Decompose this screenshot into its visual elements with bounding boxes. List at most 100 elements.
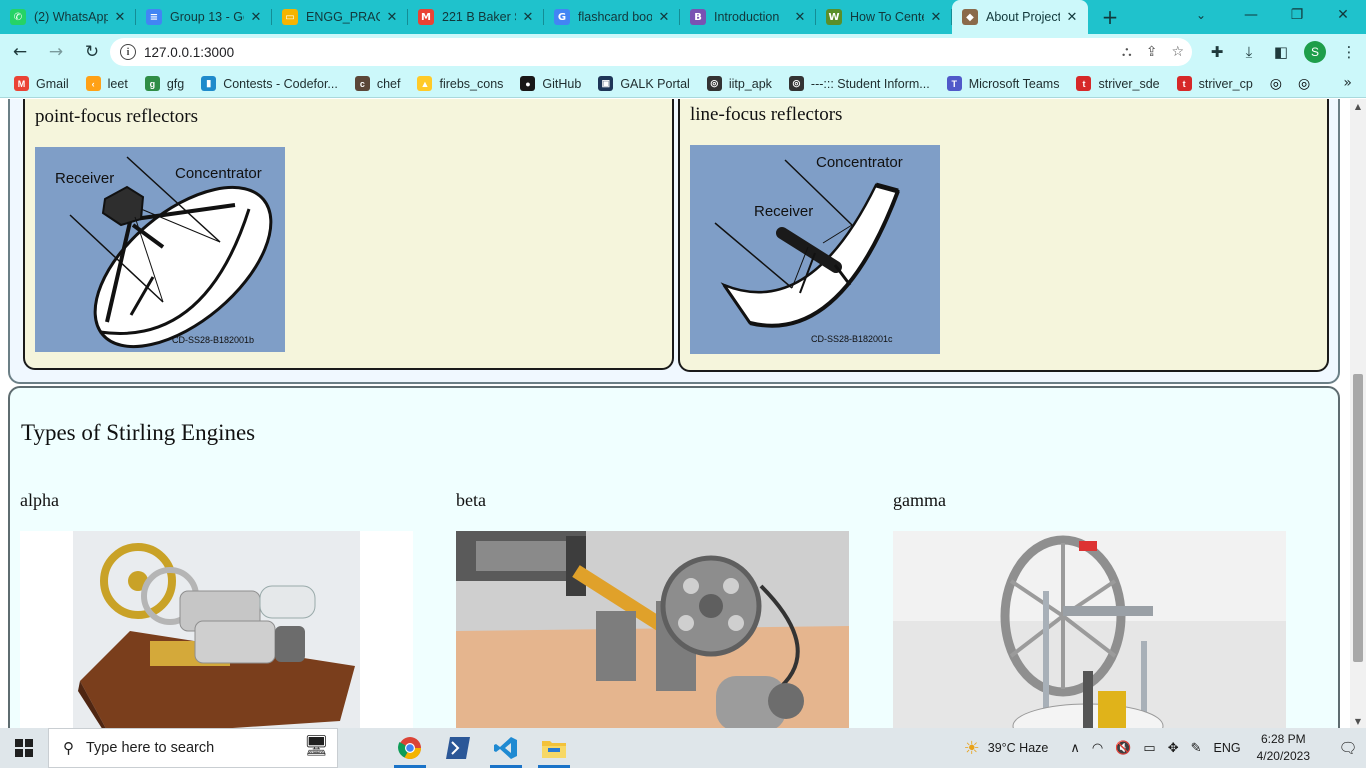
close-tab-icon[interactable]: ✕ — [112, 10, 128, 25]
notification-center-icon[interactable]: 🗨 — [1330, 728, 1366, 768]
bookmark-item[interactable]: c chef — [354, 76, 401, 91]
close-tab-icon[interactable]: ✕ — [520, 10, 536, 25]
extensions-puzzle-icon[interactable]: ✚ — [1208, 43, 1226, 61]
language-indicator[interactable]: ENG — [1214, 741, 1241, 755]
stirling-section-title: Types of Stirling Engines — [21, 420, 256, 445]
stirling-engines-section: Types of Stirling Engines alpha beta gam… — [8, 386, 1340, 728]
windows-taskbar: ⚲ Type here to search 🖥 ☀ 39°C Haze ∧ ◠ … — [0, 728, 1366, 768]
galk-portal-icon: ▣ — [598, 76, 614, 91]
bookmark-item[interactable]: ◎ iitp_apk — [706, 76, 772, 91]
bookmark-item[interactable]: M Gmail — [14, 76, 69, 91]
bookmark-item[interactable]: ▮ Contests - Codefor... — [201, 76, 338, 91]
browser-tab[interactable]: B Introduction ✕ — [680, 0, 816, 34]
bookmark-item[interactable]: ◎ ---::: Student Inform... — [788, 76, 930, 91]
bookmark-label: GitHub — [542, 76, 582, 91]
back-arrow-icon[interactable]: ← — [4, 36, 36, 68]
profile-avatar[interactable]: S — [1304, 41, 1326, 63]
tuf-icon: t — [1076, 76, 1092, 91]
scroll-up-arrow-icon[interactable]: ▲ — [1350, 99, 1366, 113]
bookmark-star-icon[interactable]: ☆ — [1171, 44, 1184, 60]
weather-widget[interactable]: ☀ 39°C Haze — [964, 738, 1049, 759]
close-tab-icon[interactable]: ✕ — [656, 10, 672, 25]
bookmark-item[interactable]: ● GitHub — [520, 76, 581, 91]
bookmark-item[interactable]: ▣ GALK Portal — [598, 76, 690, 91]
bookmark-label: striver_sde — [1098, 76, 1160, 91]
close-tab-icon[interactable]: ✕ — [384, 10, 400, 25]
bookmark-item[interactable]: T Microsoft Teams — [946, 76, 1059, 91]
new-tab-button[interactable]: + — [1088, 0, 1132, 34]
address-bar[interactable]: i 127.0.0.1:3000 ⛬ ⇪ ☆ — [110, 38, 1192, 66]
browser-tab[interactable]: ▭ ENGG_PRACTI ✕ — [272, 0, 408, 34]
minimize-icon[interactable]: — — [1228, 0, 1274, 30]
haze-sun-icon: ☀ — [963, 737, 980, 758]
show-hidden-icons-chevron-icon[interactable]: ∧ — [1070, 740, 1080, 756]
parabolic-trough-diagram: Concentrator Receiver CD-SS28-B182001c — [690, 145, 940, 354]
scrollbar-thumb[interactable] — [1353, 374, 1363, 662]
search-highlight-icon[interactable]: 🖥 — [304, 733, 329, 758]
bookmark-item[interactable]: g gfg — [144, 76, 184, 91]
bookmarks-overflow-icon[interactable]: » — [1343, 75, 1352, 91]
tab-list: ✆ (2) WhatsApp ✕ ≡ Group 13 - Go ✕ ▭ ENGG_PRACT… — [0, 0, 1088, 34]
translate-icon[interactable]: ⛬ — [1122, 44, 1132, 60]
beta-engine-image — [456, 531, 849, 728]
network-icon[interactable]: ◠ — [1092, 740, 1103, 756]
close-tab-icon[interactable]: ✕ — [792, 10, 808, 25]
battery-icon[interactable]: ▭ — [1143, 740, 1155, 756]
maximize-icon[interactable]: ❐ — [1274, 0, 1320, 30]
globe-icon[interactable]: ◎ — [1298, 76, 1310, 92]
downloads-icon[interactable]: ⤓ — [1240, 43, 1258, 61]
close-window-icon[interactable]: ✕ — [1320, 0, 1366, 30]
bookmark-label: striver_cp — [1198, 76, 1253, 91]
bookmark-item[interactable]: ▲ firebs_cons — [417, 76, 503, 91]
url-text[interactable]: 127.0.0.1:3000 — [144, 45, 234, 60]
forward-arrow-icon[interactable]: → — [40, 36, 72, 68]
site-info-icon[interactable]: i — [120, 44, 136, 60]
bookmark-label: firebs_cons — [439, 76, 504, 91]
browser-tab[interactable]: ≡ Group 13 - Go ✕ — [136, 0, 272, 34]
browser-tab[interactable]: M 221 B Baker St ✕ — [408, 0, 544, 34]
tab-title: About Project — [986, 10, 1060, 24]
weather-text[interactable]: 39°C Haze — [988, 741, 1049, 755]
bookmark-label: leet — [107, 76, 128, 91]
taskbar-search-placeholder[interactable]: Type here to search — [86, 740, 214, 756]
bookmark-label: ---::: Student Inform... — [810, 76, 930, 91]
menu-kebab-icon[interactable]: ⋮ — [1340, 43, 1358, 61]
gamma-engine-image — [893, 531, 1286, 728]
page-viewport: point-focus reflectors Receiver Concentr… — [0, 99, 1350, 728]
task-view-icon[interactable] — [338, 728, 386, 768]
vscode-app-icon[interactable] — [482, 728, 530, 768]
bookmark-item[interactable]: t striver_cp — [1176, 76, 1253, 91]
pen-icon[interactable]: ✎ — [1191, 740, 1202, 756]
start-windows-icon[interactable] — [0, 728, 48, 768]
share-icon[interactable]: ⇪ — [1146, 44, 1158, 60]
firebase-icon: ▲ — [417, 76, 433, 91]
browser-tab[interactable]: ◆ About Project ✕ — [952, 0, 1088, 34]
system-tray: ☀ 39°C Haze ∧ ◠ 🔇 ▭ ✥ ✎ ENG 6:28 PM 4/20… — [964, 728, 1366, 768]
tab-title: How To Cente — [850, 10, 924, 24]
bookmark-label: chef — [376, 76, 401, 91]
file-explorer-icon[interactable] — [530, 728, 578, 768]
powershell-app-icon[interactable] — [434, 728, 482, 768]
bookmark-item[interactable]: t striver_sde — [1076, 76, 1160, 91]
tab-search-chevron-icon[interactable]: ⌄ — [1186, 0, 1216, 30]
close-tab-icon[interactable]: ✕ — [1064, 10, 1080, 25]
taskbar-search-box[interactable]: ⚲ Type here to search 🖥 — [48, 728, 338, 768]
clock[interactable]: 6:28 PM 4/20/2023 — [1257, 731, 1310, 765]
close-tab-icon[interactable]: ✕ — [928, 10, 944, 25]
bookmark-item[interactable]: ‹ leet — [85, 76, 128, 91]
dropbox-icon[interactable]: ✥ — [1168, 740, 1179, 756]
bootstrap-icon: B — [690, 9, 706, 25]
reload-icon[interactable]: ↻ — [76, 36, 108, 68]
page-scrollbar[interactable]: ▲ ▼ — [1350, 99, 1366, 728]
dish-receiver-label: Receiver — [55, 170, 114, 187]
chrome-app-icon[interactable] — [386, 728, 434, 768]
bookmark-label: GALK Portal — [620, 76, 690, 91]
globe-icon[interactable]: ◎ — [1270, 76, 1282, 92]
side-panel-icon[interactable]: ◧ — [1272, 43, 1290, 61]
browser-tab[interactable]: ✆ (2) WhatsApp ✕ — [0, 0, 136, 34]
scroll-down-arrow-icon[interactable]: ▼ — [1350, 714, 1366, 728]
browser-tab[interactable]: W How To Cente ✕ — [816, 0, 952, 34]
speaker-muted-icon[interactable]: 🔇 — [1115, 740, 1131, 756]
close-tab-icon[interactable]: ✕ — [248, 10, 264, 25]
browser-tab[interactable]: Gflashcard boo ✕ — [544, 0, 680, 34]
